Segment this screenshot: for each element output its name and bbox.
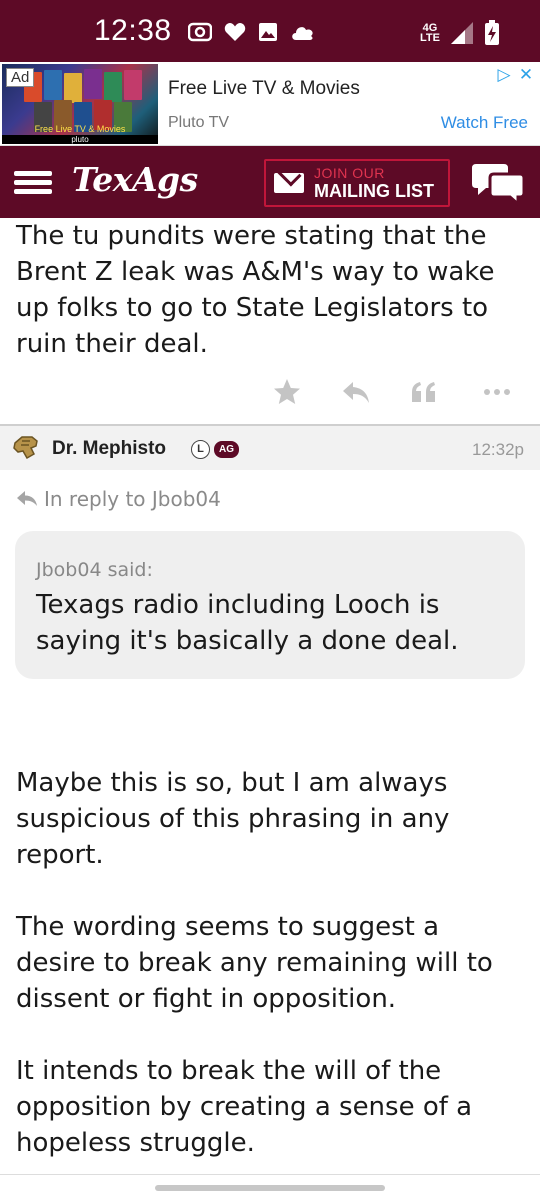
ad-badge: Ad <box>6 68 35 87</box>
radio-icon <box>188 22 212 42</box>
ad-title[interactable]: Free Live TV & Movies <box>168 78 360 100</box>
network-type: 4G LTE <box>420 23 440 44</box>
mailing-line2: MAILING LIST <box>314 181 434 201</box>
notification-icons <box>188 22 316 42</box>
mailing-list-button[interactable]: JOIN OUR MAILING LIST <box>264 159 450 207</box>
in-reply-to-link[interactable]: In reply to Jbob04 <box>16 487 221 511</box>
bottom-divider <box>0 1174 540 1175</box>
reply-icon[interactable] <box>340 376 372 408</box>
ad-advertiser: Pluto TV <box>168 114 230 131</box>
system-icons: 4G LTE <box>420 20 500 46</box>
post-paragraph: The wording seems to suggest a desire to… <box>16 912 493 1014</box>
post-timestamp: 12:32p <box>472 440 524 459</box>
envelope-icon <box>274 173 304 193</box>
post-paragraph: Maybe this is so, but I am always suspic… <box>16 768 450 870</box>
status-bar: 12:38 4G LTE <box>0 0 540 62</box>
quote-block: Jbob04 said: Texags radio including Looc… <box>15 531 525 679</box>
site-header: TexAgs JOIN OUR MAILING LIST <box>0 146 540 218</box>
quote-attribution: Jbob04 said: <box>36 559 153 581</box>
user-avatar-icon[interactable] <box>12 434 40 460</box>
heart-icon <box>224 23 246 41</box>
author-name[interactable]: Dr. Mephisto <box>52 438 166 460</box>
cloud-icon <box>292 27 313 40</box>
post-actions <box>0 372 540 412</box>
quote-icon[interactable] <box>408 376 440 408</box>
in-reply-to-text: In reply to Jbob04 <box>44 487 221 511</box>
menu-icon[interactable] <box>14 165 52 199</box>
site-logo[interactable]: TexAgs <box>72 160 198 199</box>
mailing-line1: JOIN OUR <box>314 165 385 181</box>
ad-banner[interactable]: Ad Free Live TV & Movies pluto Free Live… <box>0 62 540 146</box>
ad-thumb-caption: Free Live TV & Movies <box>34 124 126 134</box>
post-body: The tu pundits were stating that the Bre… <box>16 221 495 359</box>
ad-thumbnail[interactable]: Ad Free Live TV & Movies pluto <box>2 64 158 144</box>
battery-charging-icon <box>485 20 499 45</box>
gesture-nav-bar[interactable] <box>155 1185 385 1191</box>
post-paragraph: It intends to break the will of the oppo… <box>16 1056 473 1158</box>
ad-choices[interactable]: ▷ ✕ <box>494 65 536 85</box>
chat-icon[interactable] <box>470 160 526 206</box>
reply-arrow-icon <box>17 491 37 506</box>
network-lte: LTE <box>420 32 440 44</box>
signal-icon <box>451 22 473 44</box>
badge-l: L <box>191 440 210 459</box>
badge-ag: AG <box>214 441 239 458</box>
image-icon <box>259 23 277 41</box>
post-header: Dr. Mephisto L AG 12:32p <box>0 426 540 470</box>
close-icon[interactable]: ✕ <box>516 65 536 85</box>
quote-text: Texags radio including Looch is saying i… <box>36 590 459 656</box>
clock: 12:38 <box>94 14 172 47</box>
adchoices-icon[interactable]: ▷ <box>494 65 514 85</box>
more-icon[interactable] <box>481 376 513 408</box>
ad-cta-link[interactable]: Watch Free <box>441 113 528 133</box>
post-body-2: Maybe this is so, but I am always suspic… <box>16 765 526 1197</box>
star-icon[interactable] <box>271 376 303 408</box>
ad-thumb-brand: pluto <box>2 135 158 144</box>
